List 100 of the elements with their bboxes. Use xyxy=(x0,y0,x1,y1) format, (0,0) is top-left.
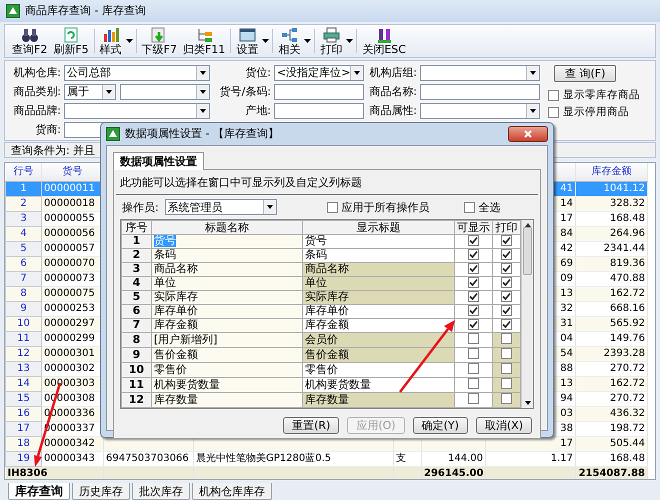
table-cell[interactable]: 机构要货数量 xyxy=(302,377,455,392)
dropdown-button[interactable] xyxy=(196,85,209,99)
toolbar-button[interactable]: 相关 xyxy=(275,26,312,56)
table-cell[interactable]: 单位 xyxy=(154,277,176,290)
checkbox[interactable] xyxy=(468,277,480,288)
table-row[interactable]: 19 00000343 6947503703066 晨光中性笔物美GP1280蓝0.5 支 144.00 1.17 168.48 xyxy=(6,451,648,466)
row-number: 6 xyxy=(20,258,27,268)
table-cell[interactable]: 条码 xyxy=(302,248,455,262)
checkbox[interactable] xyxy=(464,202,475,213)
checkbox[interactable] xyxy=(501,277,512,288)
column-header[interactable]: 显示标题 xyxy=(302,220,455,234)
field-value: 系统管理员 xyxy=(168,200,223,214)
table-cell: 00000073 xyxy=(44,272,95,284)
column-header[interactable]: 标题名称 xyxy=(151,220,303,234)
checkbox[interactable] xyxy=(468,363,480,374)
tab[interactable]: 机构仓库库存 xyxy=(192,483,272,500)
input-field[interactable] xyxy=(420,84,540,100)
checkbox[interactable] xyxy=(468,393,480,404)
checkbox[interactable] xyxy=(468,378,480,389)
dropdown-button[interactable] xyxy=(526,66,539,80)
table-cell[interactable]: 实际库存 xyxy=(302,290,455,304)
checkbox[interactable] xyxy=(468,263,480,274)
column-header[interactable]: 可显示 xyxy=(454,220,493,234)
tab[interactable]: 数据项属性设置 xyxy=(113,152,204,170)
dropdown-button[interactable] xyxy=(526,104,539,118)
table-cell: 436.32 xyxy=(610,408,645,418)
table-cell[interactable]: 售价金额 xyxy=(302,347,455,362)
table-cell[interactable]: 单位 xyxy=(302,276,455,290)
scrollbar[interactable] xyxy=(521,220,533,408)
table-cell: 41 xyxy=(560,182,573,194)
checkbox[interactable] xyxy=(548,107,559,118)
checkbox[interactable] xyxy=(501,319,512,330)
dropdown-button[interactable] xyxy=(196,66,209,80)
dropdown-field[interactable]: 公司总部 xyxy=(64,65,210,81)
dialog-button[interactable]: 确定(Y) xyxy=(412,416,468,434)
toolbar-button[interactable]: 关闭ESC xyxy=(359,26,409,56)
checkbox[interactable] xyxy=(501,333,512,344)
toolbar-button[interactable]: 刷新F5 xyxy=(50,26,92,56)
tab[interactable]: 历史库存 xyxy=(72,483,130,500)
toolbar-button[interactable]: 设置 xyxy=(233,26,270,56)
table-cell[interactable]: 零售价 xyxy=(302,362,455,378)
query-button[interactable]: 查 询(F) xyxy=(554,65,616,82)
checkbox[interactable] xyxy=(468,249,480,260)
input-field[interactable] xyxy=(274,103,364,119)
table-cell: 00000301 xyxy=(44,348,95,358)
checkbox[interactable] xyxy=(501,249,512,260)
column-header[interactable]: 打印 xyxy=(492,220,521,234)
dropdown-field[interactable]: 属于 xyxy=(64,84,116,100)
checkbox[interactable] xyxy=(468,348,480,359)
tab[interactable]: 批次库存 xyxy=(132,483,190,500)
dialog-button[interactable]: 取消(X) xyxy=(476,416,532,434)
close-button[interactable] xyxy=(508,126,548,142)
toolbar-button-label: 关闭ESC xyxy=(362,44,406,56)
checkbox[interactable] xyxy=(501,263,512,274)
table-cell[interactable]: 货号 xyxy=(302,234,455,248)
checkbox[interactable] xyxy=(548,90,559,102)
column-header[interactable]: 库存金额 xyxy=(576,163,648,181)
table-cell: 565.92 xyxy=(610,318,645,328)
table-cell: 2393.28 xyxy=(604,348,645,358)
tab[interactable]: 库存查询 xyxy=(8,483,70,500)
row-number: 9 xyxy=(20,302,27,314)
table-cell[interactable]: 商品名称 xyxy=(302,262,455,276)
dropdown-button[interactable] xyxy=(262,200,276,214)
column-header[interactable]: 行号 xyxy=(6,163,42,181)
checkbox[interactable] xyxy=(501,348,512,359)
dropdown-button[interactable] xyxy=(350,66,363,80)
checkbox[interactable] xyxy=(501,291,512,302)
dialog-button[interactable]: 重置(R) xyxy=(283,416,340,434)
toolbar-button[interactable]: 查询F2 xyxy=(9,26,50,56)
toolbar-button[interactable]: 打印 xyxy=(317,26,354,56)
table-cell: 328.32 xyxy=(610,198,645,208)
checkbox[interactable] xyxy=(468,333,480,344)
table-cell[interactable]: 会员价 xyxy=(302,332,455,348)
checkbox[interactable] xyxy=(326,202,338,213)
dropdown-field[interactable] xyxy=(64,103,210,119)
dropdown-field[interactable] xyxy=(420,103,540,119)
table-cell[interactable]: 条码 xyxy=(154,249,176,262)
table-cell[interactable]: 库存单价 xyxy=(302,304,455,318)
toolbar-button[interactable]: 样式 xyxy=(96,26,134,56)
checkbox[interactable] xyxy=(501,363,512,374)
input-field[interactable] xyxy=(274,84,364,100)
checkbox[interactable] xyxy=(468,235,480,246)
dropdown-button[interactable] xyxy=(102,85,115,99)
dropdown-field[interactable] xyxy=(120,84,210,100)
checkbox[interactable] xyxy=(501,235,512,246)
checkbox[interactable] xyxy=(501,393,512,404)
checkbox[interactable] xyxy=(468,291,480,302)
table-cell: 17 xyxy=(560,438,573,448)
dropdown-field[interactable] xyxy=(420,65,540,81)
toolbar-button[interactable]: 归类F11 xyxy=(180,26,228,56)
checkbox[interactable] xyxy=(468,305,480,316)
checkbox[interactable] xyxy=(501,305,512,316)
dropdown-field[interactable]: 系统管理员 xyxy=(164,199,277,216)
table-cell[interactable]: 零售价 xyxy=(154,363,187,376)
table-cell[interactable]: 库存数量 xyxy=(302,392,455,408)
dropdown-field[interactable]: <没指定库位> xyxy=(274,65,364,81)
checkbox[interactable] xyxy=(468,319,480,330)
toolbar-button[interactable]: 下级F7 xyxy=(138,26,180,56)
dropdown-button[interactable] xyxy=(196,104,209,118)
checkbox[interactable] xyxy=(501,378,512,389)
